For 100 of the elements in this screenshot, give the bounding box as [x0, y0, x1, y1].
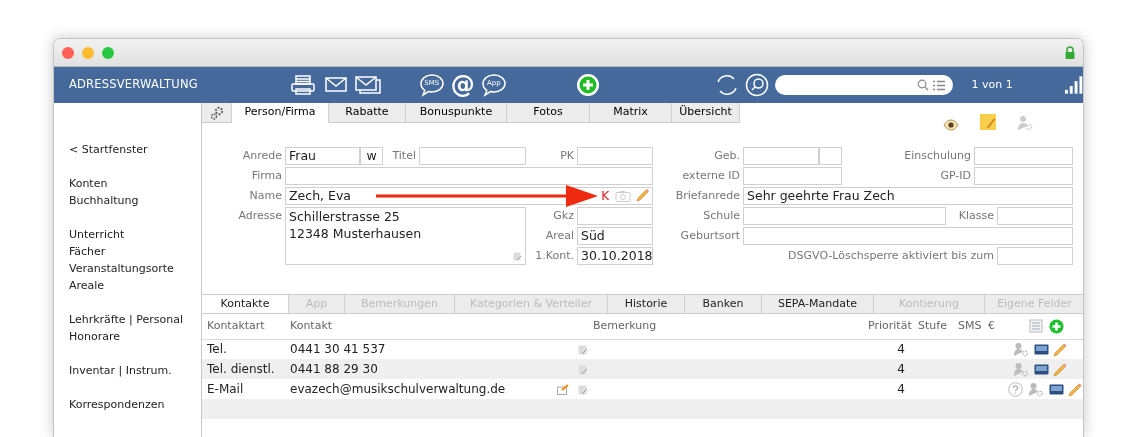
- field-label: Firma: [250, 167, 283, 184]
- address-line: Schillerstrasse 25: [289, 208, 401, 225]
- column-header: €: [983, 314, 1003, 339]
- text-field[interactable]: Sehr geehrte Frau Zech: [743, 187, 1073, 205]
- note-icon[interactable]: [578, 364, 588, 375]
- app-title: ADRESSVERWALTUNG: [68, 76, 199, 94]
- column-header: SMS: [953, 314, 983, 339]
- person-gear-icon[interactable]: [1013, 362, 1029, 377]
- text-field[interactable]: Frau: [285, 147, 360, 165]
- text-field[interactable]: 30.10.2018: [577, 247, 653, 265]
- text-field[interactable]: [743, 167, 842, 185]
- add-button[interactable]: [576, 73, 601, 97]
- sidebar-link[interactable]: < Startfenster: [69, 141, 201, 158]
- text-field[interactable]: [997, 247, 1073, 265]
- eye-icon[interactable]: [943, 119, 959, 131]
- add-icon[interactable]: [1049, 318, 1064, 334]
- mail-stack-button[interactable]: [355, 76, 382, 94]
- field-label: Titel: [391, 147, 417, 164]
- text-field[interactable]: [577, 207, 653, 225]
- text-field[interactable]: [419, 147, 526, 165]
- sidebar-link[interactable]: Konten: [69, 175, 201, 192]
- table-cell: 0441 30 41 537: [285, 339, 550, 359]
- text-field[interactable]: [743, 227, 1073, 245]
- email-button[interactable]: @: [450, 73, 476, 97]
- refresh-button[interactable]: [715, 73, 740, 97]
- list-icon[interactable]: [1029, 319, 1043, 333]
- tab[interactable]: Kontakte: [202, 295, 289, 313]
- text-field[interactable]: [997, 207, 1073, 225]
- tab[interactable]: Rabatte: [329, 103, 406, 123]
- field-label: Schule: [702, 207, 741, 224]
- column-header: Bemerkung: [588, 314, 863, 339]
- text-field[interactable]: [743, 147, 819, 165]
- list-icon[interactable]: [933, 79, 946, 91]
- field-label: Geb.: [713, 147, 741, 164]
- note-icon[interactable]: [578, 344, 588, 355]
- mail-button[interactable]: [325, 77, 348, 93]
- lock-icon: [1065, 46, 1075, 59]
- note-icon: [513, 252, 522, 261]
- field-label: Adresse: [237, 208, 283, 224]
- field-label: Klasse: [957, 207, 995, 224]
- sidebar-link[interactable]: Unterricht: [69, 226, 201, 243]
- card-icon[interactable]: [1034, 343, 1049, 356]
- column-header: Stufe: [913, 314, 953, 339]
- column-header: Kontaktart: [202, 314, 285, 339]
- field-label: PK: [559, 147, 575, 164]
- text-field[interactable]: [974, 147, 1073, 165]
- address-line: 12348 Musterhausen: [289, 225, 423, 242]
- sidebar-link[interactable]: Honorare: [69, 328, 201, 345]
- search-icon: [917, 79, 930, 91]
- text-field[interactable]: [819, 147, 842, 165]
- print-button[interactable]: [291, 75, 316, 95]
- sidebar-link[interactable]: Inventar | Instrum.: [69, 362, 201, 379]
- record-counter: 1 von 1: [970, 76, 1014, 93]
- signal-bars-icon: [1063, 75, 1083, 95]
- settings-button[interactable]: [202, 103, 232, 123]
- sidebar-link[interactable]: Areale: [69, 277, 201, 294]
- table-cell: Tel. dienstl.: [202, 359, 285, 379]
- note-icon[interactable]: [578, 384, 588, 395]
- search-field[interactable]: [775, 75, 954, 95]
- text-field[interactable]: [285, 167, 653, 185]
- search-button[interactable]: [745, 73, 770, 97]
- pencil-icon[interactable]: [635, 189, 649, 203]
- sidebar-link[interactable]: Buchhaltung: [69, 192, 201, 209]
- tab[interactable]: Matrix: [590, 103, 672, 123]
- camera-icon[interactable]: [615, 190, 631, 202]
- sidebar-link[interactable]: Veranstaltungsorte: [69, 260, 201, 277]
- tab[interactable]: Fotos: [507, 103, 590, 123]
- sidebar-link[interactable]: Fächer: [69, 243, 201, 260]
- table-cell: 4: [863, 359, 913, 379]
- address-field[interactable]: Schillerstrasse 25 12348 Musterhausen: [285, 207, 526, 265]
- sidebar-link[interactable]: Korrespondenzen: [69, 396, 201, 413]
- table-cell: evazech@musikschulverwaltung.de: [285, 379, 550, 399]
- card-icon[interactable]: [1049, 383, 1064, 396]
- text-field[interactable]: [743, 207, 946, 225]
- person-gear-icon[interactable]: [1028, 382, 1044, 397]
- help-icon[interactable]: [1008, 382, 1023, 397]
- text-field[interactable]: Süd: [577, 227, 653, 245]
- name-field[interactable]: Zech, Eva K: [285, 187, 653, 205]
- field-value: Zech, Eva: [289, 188, 351, 204]
- text-field[interactable]: [577, 147, 653, 165]
- table-cell: Tel.: [202, 339, 285, 359]
- field-label: Geburtsort: [679, 227, 741, 244]
- field-label: externe ID: [681, 167, 741, 184]
- minimize-window-button[interactable]: [82, 46, 94, 59]
- field-label: Briefanrede: [674, 187, 741, 204]
- tab[interactable]: Übersicht: [672, 103, 740, 123]
- table-cell: 4: [863, 379, 913, 399]
- field-label: Einschulung: [903, 147, 972, 164]
- sidebar-link[interactable]: Lehrkräfte | Personal: [69, 311, 201, 328]
- table-cell: E-Mail: [202, 379, 285, 399]
- card-icon[interactable]: [1034, 363, 1049, 376]
- tab[interactable]: Bonuspunkte: [406, 103, 507, 123]
- close-window-button[interactable]: [62, 46, 74, 59]
- person-gear-icon[interactable]: [1013, 342, 1029, 358]
- note-icon[interactable]: [979, 113, 997, 131]
- mail-edit-icon[interactable]: [557, 384, 569, 395]
- person-gear-icon[interactable]: [1017, 115, 1033, 131]
- text-field[interactable]: [974, 167, 1073, 185]
- gender-field[interactable]: w: [360, 147, 383, 165]
- zoom-window-button[interactable]: [102, 46, 114, 59]
